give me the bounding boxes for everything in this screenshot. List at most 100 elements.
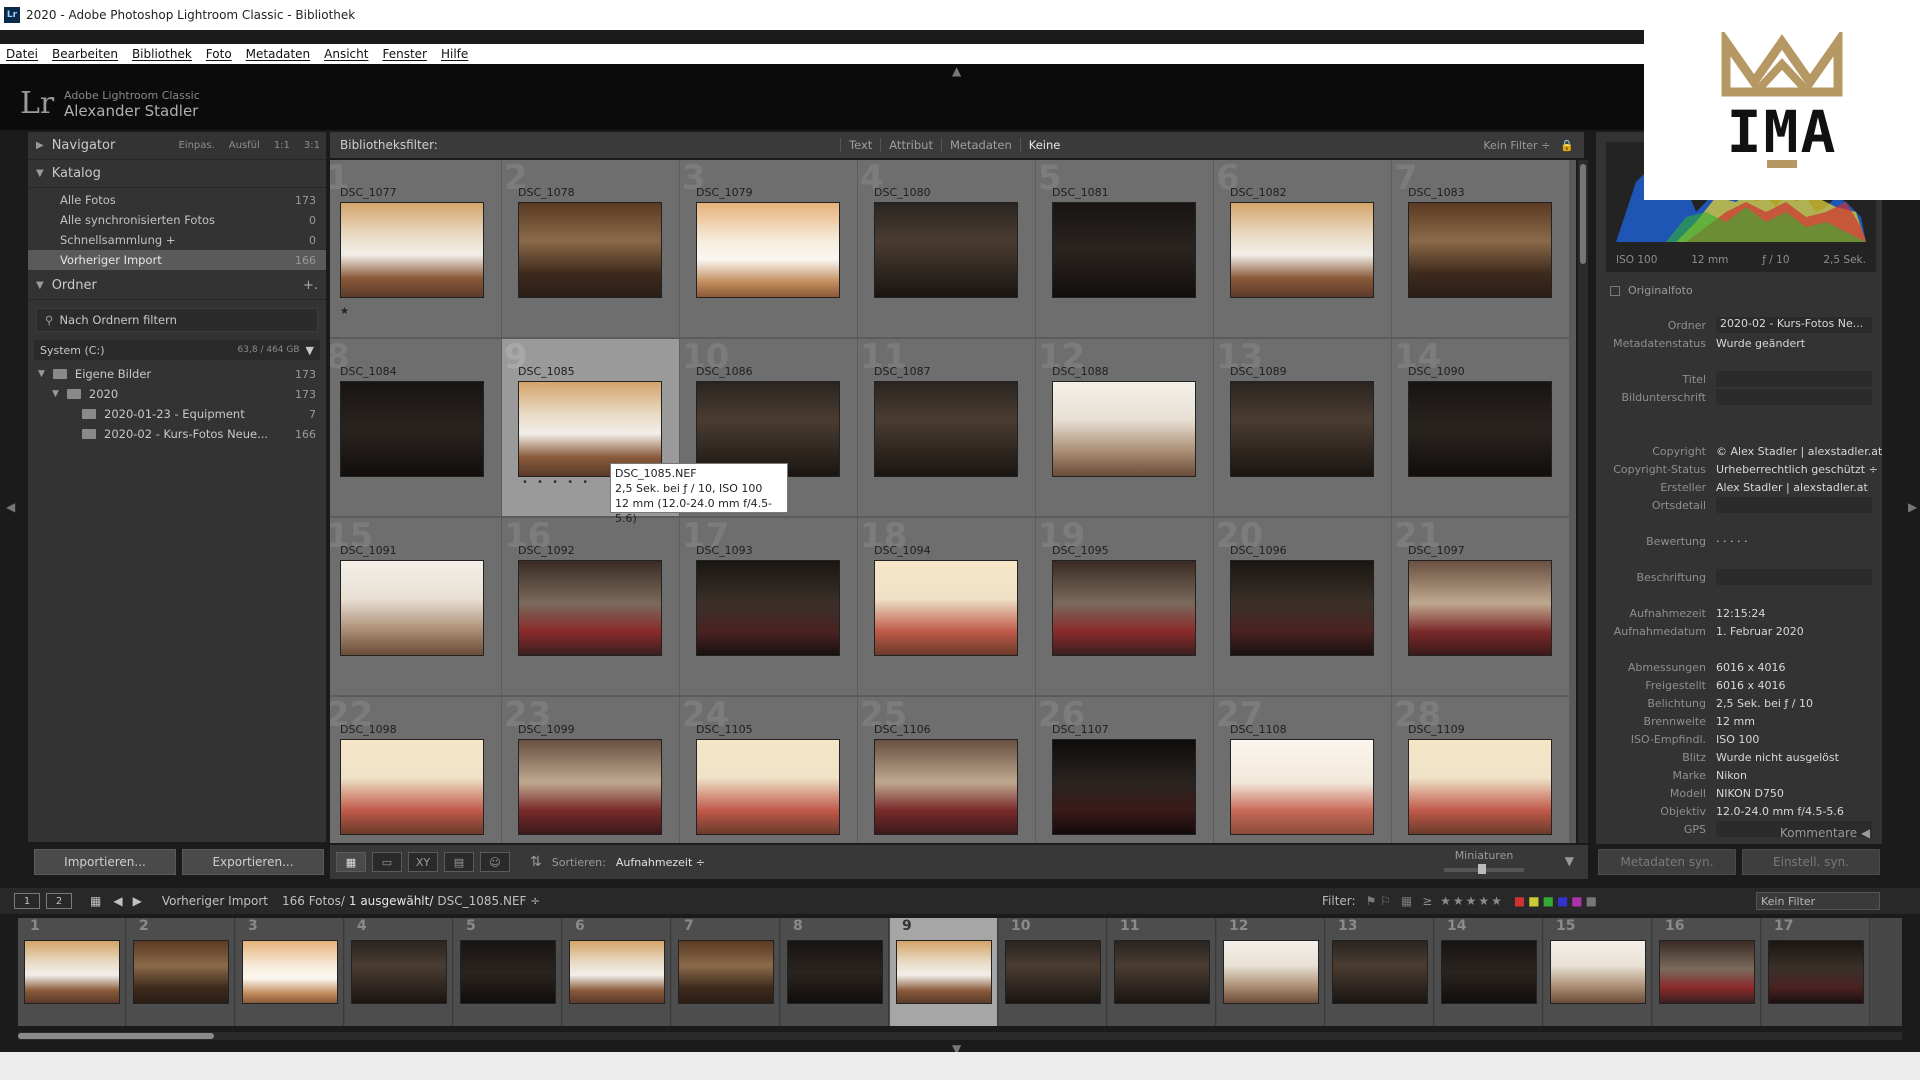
collapse-triangle-icon[interactable]: ▼: [52, 389, 59, 399]
grid-cell[interactable]: 15 DSC_1091: [330, 518, 502, 696]
menu-ansicht[interactable]: Ansicht: [324, 47, 368, 61]
grid-cell[interactable]: 7 DSC_1083: [1392, 160, 1570, 338]
flag-filter-icon[interactable]: ⚑ ⚐: [1366, 894, 1391, 908]
filmstrip-cell[interactable]: 8: [781, 918, 889, 1026]
thumbnail-size-slider[interactable]: [1444, 864, 1524, 874]
filmstrip-cell[interactable]: 12: [1217, 918, 1325, 1026]
right-panel-toggle-icon[interactable]: ▶: [1908, 500, 1917, 514]
grid-cell-thumbnail[interactable]: [1052, 739, 1196, 835]
katalog-item-previous-import[interactable]: Vorheriger Import 166: [28, 250, 326, 270]
grid-cell[interactable]: 3 DSC_1079: [680, 160, 858, 338]
filter-preset-select[interactable]: Kein Filter ÷: [1483, 139, 1550, 152]
grid-cell-thumbnail[interactable]: [874, 739, 1018, 835]
filmstrip-thumbnail[interactable]: [678, 940, 774, 1004]
toolbar-menu-icon[interactable]: ▼: [1565, 854, 1574, 868]
monitor-2-button[interactable]: 2: [46, 893, 72, 909]
left-panel-toggle-icon[interactable]: ◀: [6, 500, 15, 514]
loupe-view-icon[interactable]: ▭: [372, 852, 402, 872]
grid-cell[interactable]: 6 DSC_1082: [1214, 160, 1392, 338]
forward-arrow-icon[interactable]: ▶: [133, 894, 142, 908]
metadata-value[interactable]: [1716, 569, 1872, 585]
filmstrip-cell[interactable]: 4: [345, 918, 453, 1026]
filmstrip-thumbnail[interactable]: [569, 940, 665, 1004]
grid-view-icon[interactable]: ▦: [336, 852, 366, 872]
grid-cell-thumbnail[interactable]: [340, 381, 484, 477]
grid-cell-thumbnail[interactable]: [874, 202, 1018, 298]
filmstrip-scrollbar[interactable]: [18, 1032, 1902, 1040]
grid-cell-thumbnail[interactable]: [874, 381, 1018, 477]
filter-tab-metadaten[interactable]: Metadaten: [940, 138, 1020, 152]
filmstrip-thumbnail[interactable]: [1223, 940, 1319, 1004]
grid-cell[interactable]: 26 DSC_1107: [1036, 697, 1214, 843]
katalog-header[interactable]: ▼ Katalog: [28, 160, 326, 188]
volume-system-c[interactable]: System (C:) 63,8 / 464 GB ▼: [34, 340, 320, 360]
grid-cell[interactable]: 16 DSC_1092: [502, 518, 680, 696]
filmstrip-cell[interactable]: 2: [127, 918, 235, 1026]
katalog-item-quick-collection[interactable]: Schnellsammlung + 0: [28, 230, 326, 250]
grid-cell-thumbnail[interactable]: [1230, 739, 1374, 835]
grid-cell[interactable]: 14 DSC_1090: [1392, 339, 1570, 517]
grid-cell-thumbnail[interactable]: [1408, 202, 1552, 298]
people-view-icon[interactable]: ☺: [480, 852, 510, 872]
ordner-header[interactable]: ▼ Ordner +.: [28, 272, 326, 300]
grid-cell-thumbnail[interactable]: [1230, 560, 1374, 656]
grid-cell-thumbnail[interactable]: [696, 202, 840, 298]
filmstrip-cell[interactable]: 7: [672, 918, 780, 1026]
metadata-value[interactable]: [1716, 371, 1872, 387]
folder-2020[interactable]: ▼ 2020 173: [28, 384, 326, 404]
grid-cell[interactable]: 25 DSC_1106: [858, 697, 1036, 843]
grid-cell[interactable]: 8DSC_1084: [330, 339, 502, 517]
edit-filter-icon[interactable]: ▦: [1401, 894, 1412, 908]
grid-cell[interactable]: 4 DSC_1080: [858, 160, 1036, 338]
grid-cell[interactable]: 5 DSC_1081: [1036, 160, 1214, 338]
filter-tab-attribut[interactable]: Attribut: [880, 138, 941, 152]
grid-cell-thumbnail[interactable]: [1408, 739, 1552, 835]
menu-datei[interactable]: Datei: [6, 47, 38, 61]
grid-cell-thumbnail[interactable]: [1052, 202, 1196, 298]
color-label-filter-icon[interactable]: ■■■■■■: [1514, 894, 1600, 908]
grid-cell-thumbnail[interactable]: [1052, 381, 1196, 477]
grid-cell-thumbnail[interactable]: [518, 739, 662, 835]
filmstrip-cell[interactable]: 9: [890, 918, 998, 1026]
zoom-fill[interactable]: Ausfül: [229, 140, 260, 151]
grid-cell[interactable]: 12 DSC_1088: [1036, 339, 1214, 517]
grid-scrollbar[interactable]: [1578, 160, 1588, 843]
filmstrip-thumbnail[interactable]: [1550, 940, 1646, 1004]
filmstrip-thumbnail[interactable]: [896, 940, 992, 1004]
grid-cell[interactable]: 27 DSC_1108: [1214, 697, 1392, 843]
filmstrip-thumbnail[interactable]: [1441, 940, 1537, 1004]
grid-cell-thumbnail[interactable]: [696, 560, 840, 656]
current-file[interactable]: DSC_1085.NEF ÷: [437, 894, 540, 908]
grid-cell-thumbnail[interactable]: [1052, 560, 1196, 656]
menu-bearbeiten[interactable]: Bearbeiten: [52, 47, 118, 61]
filmstrip-cell[interactable]: 6: [563, 918, 671, 1026]
grid-cell-thumbnail[interactable]: [340, 739, 484, 835]
grid-cell-thumbnail[interactable]: [1408, 560, 1552, 656]
filter-tab-keine[interactable]: Keine: [1019, 138, 1069, 152]
collapse-triangle-icon[interactable]: ▼: [38, 369, 45, 379]
monitor-1-button[interactable]: 1: [14, 893, 40, 909]
grid-scrollbar-thumb[interactable]: [1580, 164, 1586, 264]
sync-metadata-button[interactable]: Metadaten syn.: [1598, 849, 1736, 875]
rating-dots[interactable]: • • • • •: [522, 477, 591, 488]
grid-cell-thumbnail[interactable]: [518, 202, 662, 298]
volume-menu-icon[interactable]: ▼: [306, 344, 314, 357]
back-arrow-icon[interactable]: ◀: [113, 894, 122, 908]
filmstrip-thumbnail[interactable]: [787, 940, 883, 1004]
filmstrip-thumbnail[interactable]: [242, 940, 338, 1004]
filmstrip-cell[interactable]: 15: [1544, 918, 1652, 1026]
sort-direction-icon[interactable]: ⇅: [530, 854, 542, 870]
grid-cell[interactable]: 24 DSC_1105: [680, 697, 858, 843]
grid-cell[interactable]: 17 DSC_1093: [680, 518, 858, 696]
folder-eigene-bilder[interactable]: ▼ Eigene Bilder 173: [28, 364, 326, 384]
checkbox-icon[interactable]: [1610, 285, 1620, 296]
folder-search-input[interactable]: ⚲ Nach Ordnern filtern: [36, 308, 318, 332]
rating-filter-icon[interactable]: ≥ ★★★★★: [1422, 894, 1504, 908]
grid-icon[interactable]: ▦: [90, 894, 101, 908]
grid-cell[interactable]: 20 DSC_1096: [1214, 518, 1392, 696]
sync-settings-button[interactable]: Einstell. syn.: [1742, 849, 1880, 875]
filmstrip-cell[interactable]: 16: [1653, 918, 1761, 1026]
filmstrip-thumbnail[interactable]: [351, 940, 447, 1004]
filmstrip-cell[interactable]: 3: [236, 918, 344, 1026]
katalog-item-synced[interactable]: Alle synchronisierten Fotos 0: [28, 210, 326, 230]
